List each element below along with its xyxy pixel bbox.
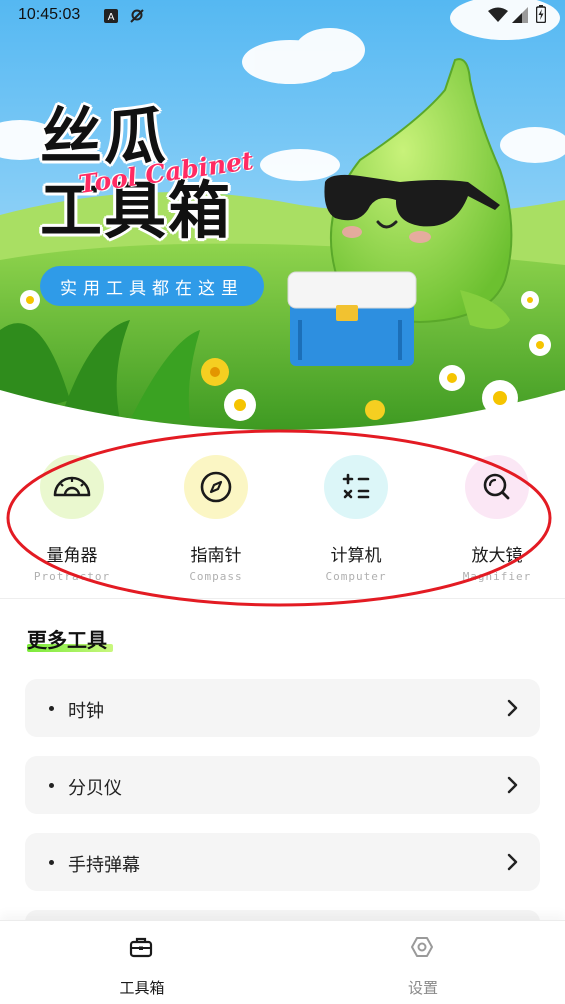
quick-tools-row: 量角器 Protractor 指南针 Compass 计算机 Computer … xyxy=(0,445,565,585)
list-item-decibel-meter[interactable]: 分贝仪 xyxy=(25,756,540,814)
tool-name: 量角器 xyxy=(46,546,98,566)
battery-icon xyxy=(535,5,547,27)
toolbox-icon xyxy=(129,935,153,963)
chevron-right-icon xyxy=(506,853,518,875)
nav-label: 工具箱 xyxy=(119,979,165,997)
tool-calculator[interactable]: 计算机 Computer xyxy=(286,455,426,585)
bullet-dot xyxy=(49,860,54,865)
nav-label: 设置 xyxy=(407,979,438,997)
tool-en-name: Computer xyxy=(325,570,387,583)
tool-protractor[interactable]: 量角器 Protractor xyxy=(2,455,142,585)
calculator-icon xyxy=(324,455,388,519)
section-divider xyxy=(0,598,565,599)
magnifier-icon xyxy=(465,455,529,519)
status-bar: 10:45:03 A xyxy=(0,0,565,32)
list-item-label: 时钟 xyxy=(68,701,104,722)
status-time: 10:45:03 xyxy=(18,6,81,23)
tool-en-name: Compass xyxy=(189,570,243,583)
settings-icon xyxy=(410,935,434,963)
tool-name: 放大镜 xyxy=(471,546,523,566)
list-item-clock[interactable]: 时钟 xyxy=(25,679,540,737)
wifi-icon xyxy=(488,7,508,27)
chevron-right-icon xyxy=(506,699,518,721)
tool-name: 指南针 xyxy=(190,546,242,566)
list-item-label: 手持弹幕 xyxy=(68,855,140,876)
chevron-right-icon xyxy=(506,776,518,798)
signal-icon xyxy=(512,7,528,27)
hero-slogan: 实用工具都在这里 xyxy=(40,266,264,306)
location-off-icon xyxy=(130,8,144,27)
hero-title-line1: 丝瓜 xyxy=(40,100,169,173)
list-item-handheld-marquee[interactable]: 手持弹幕 xyxy=(25,833,540,891)
tool-en-name: Protractor xyxy=(33,570,111,583)
nav-tab-toolbox[interactable]: 工具箱 xyxy=(82,921,202,1004)
tool-name: 计算机 xyxy=(330,546,382,566)
notification-a-icon: A xyxy=(104,8,118,27)
tool-compass[interactable]: 指南针 Compass xyxy=(146,455,286,585)
tool-en-name: Magnifier xyxy=(462,570,532,583)
bottom-nav: 工具箱 设置 xyxy=(0,920,565,1004)
svg-text:A: A xyxy=(108,12,115,23)
hero-banner: 10:45:03 A 丝瓜 工具箱 Tool Cabinet 实用工具都在这里 xyxy=(0,0,565,430)
nav-tab-settings[interactable]: 设置 xyxy=(363,921,483,1004)
compass-icon xyxy=(184,455,248,519)
protractor-icon xyxy=(40,455,104,519)
bullet-dot xyxy=(49,706,54,711)
tool-magnifier[interactable]: 放大镜 Magnifier xyxy=(427,455,565,585)
bullet-dot xyxy=(49,783,54,788)
list-item-label: 分贝仪 xyxy=(68,778,122,799)
section-title-more-tools: 更多工具 xyxy=(27,628,107,652)
